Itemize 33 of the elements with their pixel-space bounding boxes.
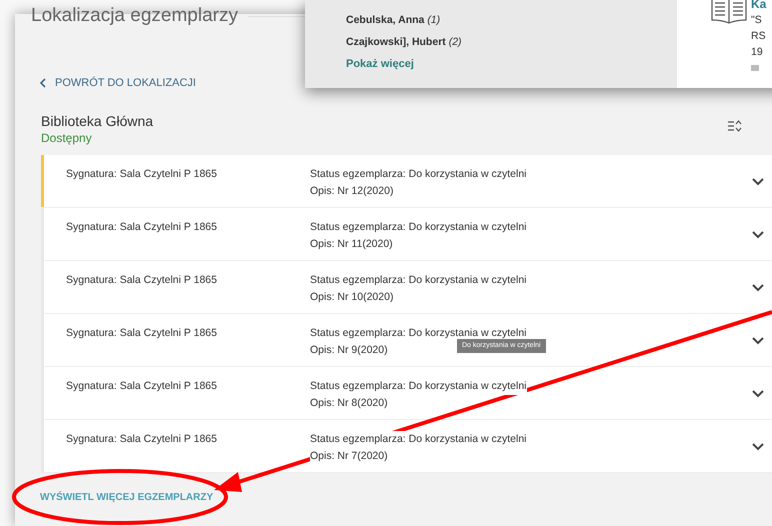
- item-row[interactable]: Sygnatura: Sala Czytelni P 1865 Status egzemplarza: Do korzystania w czytelni Opis: Nr 8(2020): [41, 366, 772, 420]
- result-title[interactable]: Ka: [751, 0, 766, 12]
- item-status: Status egzemplarza: Do korzystania w czytelni: [310, 430, 527, 448]
- back-link[interactable]: POWRÓT DO LOKALIZACJI: [40, 75, 196, 92]
- item-row[interactable]: Sygnatura: Sala Czytelni P 1865 Status egzemplarza: Do korzystania w czytelni Opis: Nr 12(2020): [41, 154, 772, 208]
- call-number: Sygnatura: Sala Czytelni P 1865: [66, 432, 218, 446]
- item-description: Opis: Nr 7(2020): [310, 448, 388, 464]
- item-row[interactable]: Sygnatura: Sala Czytelni P 1865 Status egzemplarza: Do korzystania w czytelni Opis: Nr 10(2020): [41, 260, 772, 314]
- result-detail: 19: [751, 45, 764, 60]
- facet-item[interactable]: Cebulska, Anna (1): [346, 12, 440, 29]
- availability-status: Dostępny: [41, 130, 93, 146]
- call-number: Sygnatura: Sala Czytelni P 1865: [66, 378, 218, 394]
- chevron-down-icon[interactable]: [752, 442, 764, 450]
- item-row[interactable]: Sygnatura: Sala Czytelni P 1865 Status egzemplarza: Do korzystania w czytelni Opis: Nr 7(2020): [41, 420, 772, 472]
- show-more-link[interactable]: Pokaż więcej: [346, 56, 414, 73]
- chevron-down-icon[interactable]: [752, 336, 764, 344]
- call-number: Sygnatura: Sala Czytelni P 1865: [66, 326, 218, 340]
- chevron-down-icon[interactable]: [752, 178, 764, 186]
- chevron-down-icon[interactable]: [752, 230, 764, 238]
- book-icon: [711, 0, 747, 24]
- call-number: Sygnatura: Sala Czytelni P 1865: [66, 272, 218, 288]
- call-number: Sygnatura: Sala Czytelni P 1865: [66, 166, 218, 182]
- result-detail: "S: [751, 13, 763, 28]
- chevron-down-icon[interactable]: [752, 390, 764, 398]
- chevron-down-icon[interactable]: [752, 284, 764, 292]
- call-number: Sygnatura: Sala Czytelni P 1865: [66, 220, 218, 234]
- sort-icon[interactable]: [728, 120, 742, 132]
- panel-title: Lokalizacja egzemplarzy: [31, 5, 238, 27]
- chevron-left-icon: [40, 78, 46, 88]
- library-name: Biblioteka Główna: [41, 112, 154, 130]
- item-row[interactable]: Sygnatura: Sala Czytelni P 1865 Status egzemplarza: Do korzystania w czytelni Opis: Nr 11(2020): [41, 208, 772, 260]
- facet-item[interactable]: Czajkowski], Hubert (2): [346, 34, 462, 51]
- result-detail: RS: [751, 29, 766, 44]
